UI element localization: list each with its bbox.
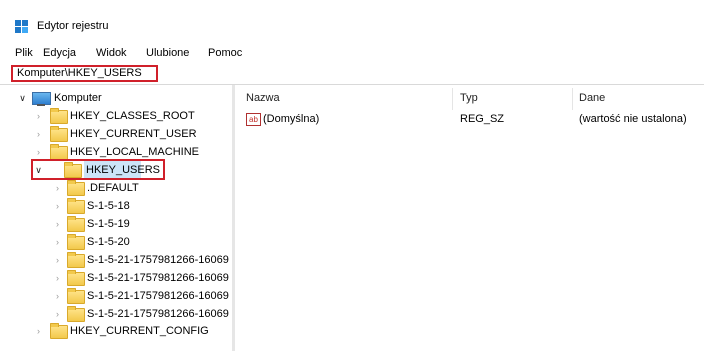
chevron-right-icon[interactable]: ›	[53, 215, 62, 233]
tree-item-label: S-1-5-21-1757981266-16069	[87, 290, 229, 302]
tree-item-user[interactable]: › .DEFAULT	[0, 179, 232, 197]
folder-icon	[67, 270, 85, 286]
chevron-right-icon[interactable]: ›	[53, 251, 62, 269]
tree-item-label: HKEY_CLASSES_ROOT	[70, 110, 195, 122]
tree-item-hkcu[interactable]: › HKEY_CURRENT_USER	[0, 125, 232, 143]
folder-icon	[67, 306, 85, 322]
tree-item-user[interactable]: › S-1-5-21-1757981266-16069	[0, 269, 232, 287]
column-separator[interactable]	[572, 88, 573, 110]
value-type: REG_SZ	[460, 113, 505, 125]
folder-icon	[50, 126, 68, 142]
regedit-icon	[15, 20, 28, 33]
folder-icon	[50, 144, 68, 160]
tree-item-user[interactable]: › S-1-5-21-1757981266-16069	[0, 251, 232, 269]
tree-item-hkcc[interactable]: › HKEY_CURRENT_CONFIG	[0, 322, 232, 340]
tree-item-label: .DEFAULT	[87, 182, 139, 194]
menu-widok[interactable]: Widok	[96, 47, 127, 59]
column-header-name[interactable]: Nazwa	[246, 92, 280, 104]
tree-item-label: S-1-5-18	[87, 200, 130, 212]
tree-item-label: S-1-5-19	[87, 218, 130, 230]
tree-item-user[interactable]: › S-1-5-18	[0, 197, 232, 215]
chevron-right-icon[interactable]: ›	[34, 107, 43, 125]
tree-item-label: S-1-5-20	[87, 236, 130, 248]
value-name[interactable]: (Domyślna)	[263, 113, 319, 125]
tree-item-label: S-1-5-21-1757981266-16069	[87, 272, 229, 284]
menu-plik[interactable]: Plik	[15, 47, 33, 59]
menu-edycja[interactable]: Edycja	[43, 47, 76, 59]
chevron-right-icon[interactable]: ›	[53, 269, 62, 287]
tree-item-user[interactable]: › S-1-5-21-1757981266-16069	[0, 305, 232, 323]
folder-icon	[67, 252, 85, 268]
address-bar[interactable]: Komputer\HKEY_USERS	[11, 65, 158, 82]
highlight-box	[31, 159, 165, 180]
string-value-icon: ab	[246, 113, 261, 126]
chevron-right-icon[interactable]: ›	[53, 287, 62, 305]
title-bar: Edytor rejestru	[0, 0, 704, 38]
folder-icon	[67, 288, 85, 304]
chevron-right-icon[interactable]: ›	[53, 197, 62, 215]
chevron-right-icon[interactable]: ›	[34, 125, 43, 143]
tree-item-label: Komputer	[54, 92, 102, 104]
folder-icon	[50, 108, 68, 124]
column-header-data[interactable]: Dane	[579, 92, 605, 104]
chevron-right-icon[interactable]: ›	[53, 305, 62, 323]
tree-item-user[interactable]: › S-1-5-20	[0, 233, 232, 251]
folder-icon	[67, 198, 85, 214]
tree-item-user[interactable]: › S-1-5-21-1757981266-16069	[0, 287, 232, 305]
window-title: Edytor rejestru	[37, 20, 109, 32]
tree-item-user[interactable]: › S-1-5-19	[0, 215, 232, 233]
chevron-right-icon[interactable]: ›	[34, 322, 43, 340]
chevron-right-icon[interactable]: ›	[53, 233, 62, 251]
menu-bar: Plik Edycja Widok Ulubione Pomoc	[0, 42, 704, 64]
folder-icon	[67, 234, 85, 250]
folder-icon	[67, 180, 85, 196]
tree-item-label: HKEY_CURRENT_CONFIG	[70, 325, 209, 337]
folder-icon	[50, 323, 68, 339]
folder-icon	[67, 216, 85, 232]
tree-item-label: S-1-5-21-1757981266-16069	[87, 254, 229, 266]
value-data: (wartość nie ustalona)	[579, 113, 687, 125]
chevron-right-icon[interactable]: ›	[53, 179, 62, 197]
tree-item-label: S-1-5-21-1757981266-16069	[87, 308, 229, 320]
chevron-down-icon[interactable]: ∨	[18, 89, 27, 107]
computer-icon	[32, 92, 51, 106]
tree-item-label: HKEY_CURRENT_USER	[70, 128, 197, 140]
menu-pomoc[interactable]: Pomoc	[208, 47, 242, 59]
menu-ulubione[interactable]: Ulubione	[146, 47, 189, 59]
tree-item-hkcr[interactable]: › HKEY_CLASSES_ROOT	[0, 107, 232, 125]
pane-splitter[interactable]	[232, 85, 235, 351]
tree-item-komputer[interactable]: ∨ Komputer	[0, 89, 232, 107]
column-separator[interactable]	[452, 88, 453, 110]
column-header-type[interactable]: Typ	[460, 92, 478, 104]
